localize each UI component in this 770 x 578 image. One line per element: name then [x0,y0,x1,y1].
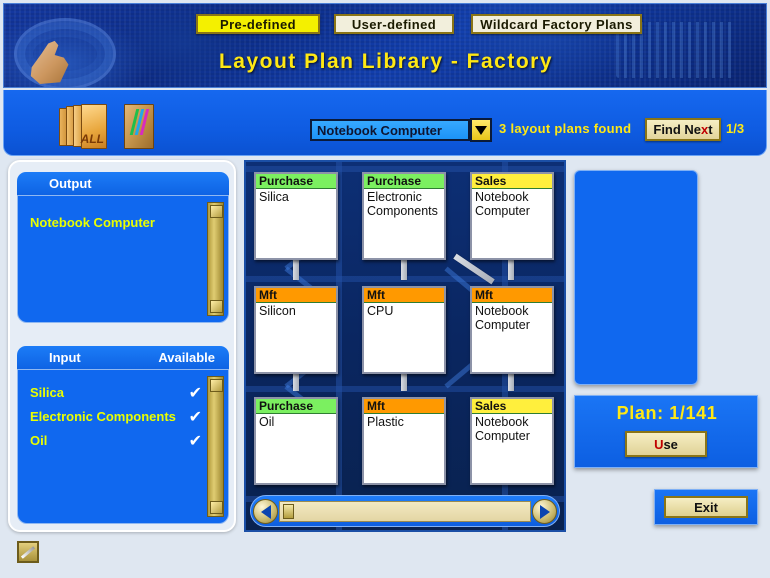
output-scrollbar[interactable] [207,202,224,316]
check-icon: ✔ [188,409,202,426]
find-next-label-tail: t [708,122,713,137]
card-name: Oil [259,415,275,429]
output-list[interactable]: Notebook Computer [17,195,229,323]
all-library-books-icon[interactable]: ALL [59,104,107,149]
card-type-header: Purchase [364,174,444,189]
card-type-header: Mft [364,399,444,414]
find-next-button[interactable]: Find Ne x t [645,118,721,141]
find-next-label: Find Ne [653,122,702,137]
list-item[interactable]: Electronic Components ✔ [18,404,228,428]
exit-button-frame: Exit [654,489,758,525]
plan-preview-panel[interactable] [574,170,698,385]
scroll-thumb[interactable] [283,504,294,519]
edit-pencil-icon[interactable] [17,541,39,563]
input-title: Input [49,350,81,365]
plan-card[interactable]: Mft CPU [362,286,446,374]
scroll-up-cap[interactable] [210,379,223,392]
input-item-label: Electronic Components [30,408,176,424]
scroll-down-cap[interactable] [210,501,223,514]
use-accelerator: U [654,436,664,452]
plan-card[interactable]: Mft Silicon [254,286,338,374]
left-panel: Output Notebook Computer Input Available… [8,160,236,532]
input-item-label: Oil [30,432,48,448]
tab-user-defined[interactable]: User-defined [334,14,454,34]
plan-card[interactable]: Sales Notebook Computer [470,397,554,485]
check-icon: ✔ [188,433,202,450]
card-name: Silicon [259,304,296,318]
header-banner: Pre-defined User-defined Wildcard Factor… [3,3,767,88]
card-type-header: Mft [364,288,444,303]
app-window: Pre-defined User-defined Wildcard Factor… [0,0,770,578]
all-books-label: ALL [80,132,104,146]
exit-button[interactable]: Exit [664,496,748,518]
input-item-label: Silica [30,384,64,400]
plan-info-panel: Plan: 1/141 Use [574,395,758,468]
chevron-down-icon[interactable] [470,118,492,142]
input-section-header: Input Available [17,346,229,369]
output-title: Output [49,176,92,191]
card-name: Silica [259,190,289,204]
use-label: se [663,436,678,452]
single-book-icon[interactable] [124,104,154,149]
plan-card[interactable]: Purchase Oil [254,397,338,485]
tab-pre-defined[interactable]: Pre-defined [196,14,320,34]
product-filter-select[interactable]: Notebook Computer [310,119,470,141]
tab-wildcard-factory-plans[interactable]: Wildcard Factory Plans [471,14,642,34]
tab-bar: Pre-defined User-defined Wildcard Factor… [4,4,766,34]
scroll-right-arrow-icon[interactable] [532,499,557,524]
card-name: CPU [367,304,394,318]
plan-card[interactable]: Purchase Electronic Components [362,172,446,260]
available-title: Available [158,350,215,365]
results-count-label: 3 layout plans found [499,121,632,136]
output-section-header: Output [17,172,229,195]
plan-card[interactable]: Purchase Silica [254,172,338,260]
page-title: Layout Plan Library - Factory [218,50,554,73]
card-type-header: Mft [256,288,336,303]
card-type-header: Mft [472,288,552,303]
plan-card[interactable]: Sales Notebook Computer [470,172,554,260]
find-next-accelerator: x [701,122,709,137]
scroll-left-arrow-icon[interactable] [253,499,278,524]
input-list[interactable]: Silica ✔ Electronic Components ✔ Oil ✔ [17,369,229,524]
scroll-down-cap[interactable] [210,300,223,313]
use-button[interactable]: Use [625,431,707,457]
card-type-header: Sales [472,399,552,414]
plan-card[interactable]: Mft Notebook Computer [470,286,554,374]
card-type-header: Purchase [256,174,336,189]
card-name: Notebook Computer [475,415,530,443]
card-name: Plastic [367,415,404,429]
card-type-header: Purchase [256,399,336,414]
result-position-label: 1/3 [726,121,745,136]
card-name: Notebook Computer [475,304,530,332]
list-item[interactable]: Notebook Computer [18,210,228,234]
card-name: Notebook Computer [475,190,530,218]
check-icon: ✔ [188,385,202,402]
layout-plan-grid[interactable]: Purchase Silica Purchase Electronic Comp… [244,160,566,532]
input-scrollbar[interactable] [207,376,224,517]
scroll-up-cap[interactable] [210,205,223,218]
card-type-header: Sales [472,174,552,189]
card-name: Electronic Components [367,190,438,218]
grid-horizontal-scrollbar[interactable] [250,495,560,527]
output-item-label: Notebook Computer [30,214,155,230]
scroll-track[interactable] [279,501,531,522]
list-item[interactable]: Oil ✔ [18,428,228,452]
plan-card[interactable]: Mft Plastic [362,397,446,485]
plan-number-label: Plan: 1/141 [616,403,718,423]
list-item[interactable]: Silica ✔ [18,380,228,404]
